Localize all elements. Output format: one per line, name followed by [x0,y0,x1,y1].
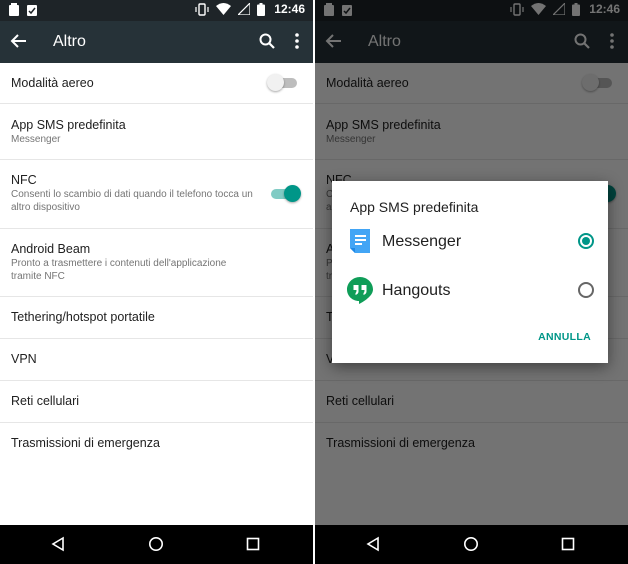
arrow-back-icon[interactable] [10,32,28,50]
signal-icon [238,3,251,15]
more-vert-icon[interactable] [295,33,299,49]
vpn-row[interactable]: VPN [0,339,313,381]
airplane-mode-switch[interactable] [267,73,297,93]
cancel-button[interactable]: ANNULLA [538,331,591,343]
nfc-title: NFC [11,173,37,187]
default-sms-title: App SMS predefinita [11,118,126,132]
vibrate-icon [195,2,209,16]
vpn-title: VPN [11,352,37,366]
option-hangouts-radio[interactable] [578,282,594,298]
option-hangouts-label: Hangouts [382,282,451,299]
emergency-broadcasts-row[interactable]: Trasmissioni di emergenza [0,423,313,465]
android-beam-row[interactable]: Android Beam Pronto a trasmettere i cont… [0,229,313,297]
wifi-icon [216,3,232,15]
app-bar: Altro [0,21,313,63]
notification-icon [9,3,19,16]
nav-home-icon[interactable] [463,536,479,552]
nav-back-icon[interactable] [50,536,66,552]
tethering-row[interactable]: Tethering/hotspot portatile [0,297,313,339]
android-beam-title: Android Beam [11,242,91,256]
phone-dialog-screen: 12:46 Altro Modalità aereo App SMS prede… [315,0,628,564]
nav-back-icon[interactable] [365,536,381,552]
messenger-app-icon [350,229,370,253]
search-icon[interactable] [259,33,275,49]
emergency-broadcasts-title: Trasmissioni di emergenza [11,436,160,450]
clipboard-icon [27,5,37,16]
option-messenger-label: Messenger [382,233,462,250]
airplane-mode-title: Modalità aereo [11,76,94,90]
navigation-bar [315,525,628,564]
cellular-networks-title: Reti cellulari [11,394,80,408]
nfc-summary: Consenti lo scambio di dati quando il te… [11,189,253,213]
default-sms-value: Messenger [11,134,61,145]
status-bar: 12:46 [0,0,313,21]
battery-icon [257,2,266,16]
dialog-title: App SMS predefinita [350,199,479,215]
nav-recents-icon[interactable] [245,536,261,552]
nfc-switch[interactable] [271,184,301,204]
cellular-networks-row[interactable]: Reti cellulari [0,381,313,423]
navigation-bar [0,525,313,564]
option-messenger-radio[interactable] [578,233,594,249]
option-hangouts[interactable]: Hangouts [332,266,608,314]
nfc-row[interactable]: NFC Consenti lo scambio di dati quando i… [0,160,313,229]
nav-home-icon[interactable] [148,536,164,552]
tethering-title: Tethering/hotspot portatile [11,310,155,324]
phone-settings-screen: 12:46 Altro Modalità aereo App SMS prede… [0,0,313,564]
hangouts-app-icon [347,277,373,304]
airplane-mode-row[interactable]: Modalità aereo [0,63,313,104]
status-time: 12:46 [274,2,305,16]
option-messenger[interactable]: Messenger [332,217,608,265]
sms-app-chooser-dialog: App SMS predefinita Messenger Hangouts A… [332,181,608,363]
page-title: Altro [53,33,86,50]
nav-recents-icon[interactable] [560,536,576,552]
default-sms-app-row[interactable]: App SMS predefinita Messenger [0,104,313,160]
settings-list: Modalità aereo App SMS predefinita Messe… [0,63,313,465]
android-beam-summary: Pronto a trasmettere i contenuti dell'ap… [11,258,227,282]
